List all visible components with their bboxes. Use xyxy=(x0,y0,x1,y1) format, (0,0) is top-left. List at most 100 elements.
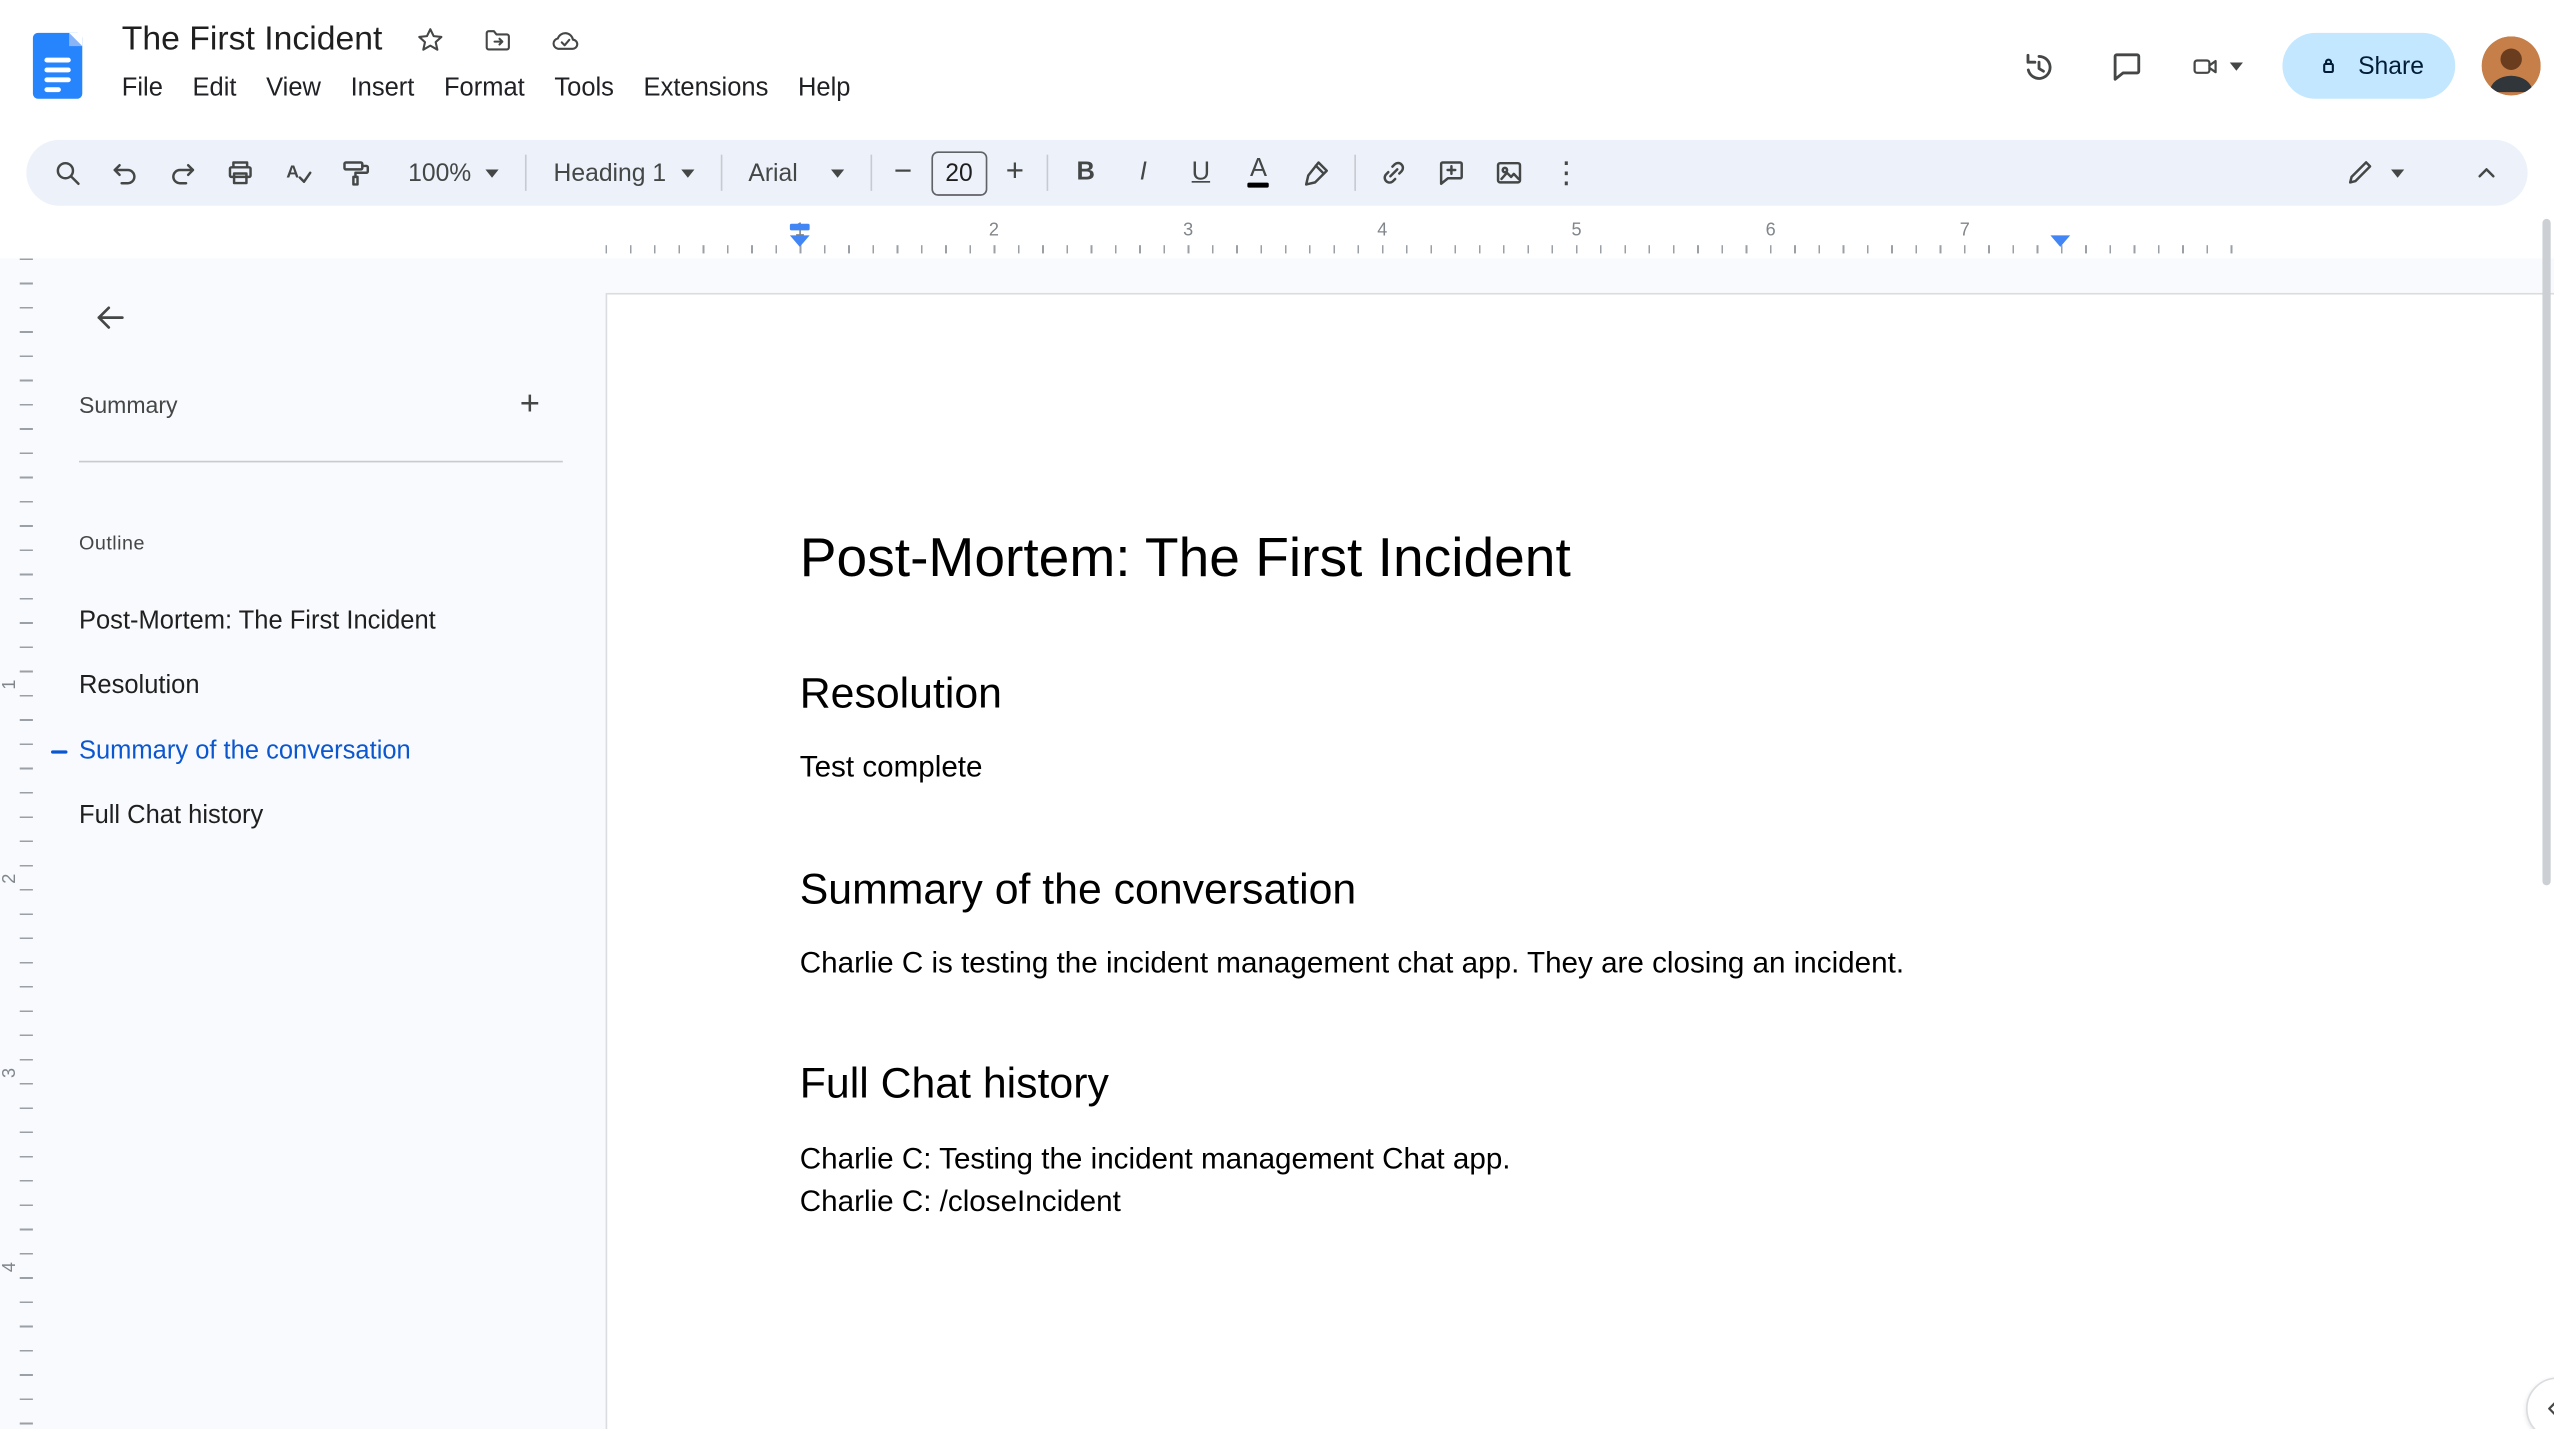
document-title[interactable]: The First Incident xyxy=(122,20,383,59)
close-outline-icon[interactable] xyxy=(79,286,142,349)
ruler-mark: 7 xyxy=(1959,220,1970,241)
font-select[interactable]: Arial xyxy=(732,145,860,201)
cloud-status-icon[interactable] xyxy=(545,20,584,59)
horizontal-ruler[interactable]: 1 2 3 4 5 6 7 xyxy=(0,216,2554,259)
redo-icon[interactable] xyxy=(155,145,211,201)
insert-link-icon[interactable] xyxy=(1365,145,1421,201)
share-button[interactable]: Share xyxy=(2282,32,2456,99)
outline-item[interactable]: Full Chat history xyxy=(79,784,576,849)
scrollbar[interactable] xyxy=(2542,218,2551,886)
paragraph-style-select[interactable]: Heading 1 xyxy=(537,145,710,201)
comments-icon[interactable] xyxy=(2092,33,2164,99)
increase-font-size-button[interactable]: + xyxy=(994,145,1037,201)
outline-list: Post-Mortem: The First Incident Resoluti… xyxy=(51,589,576,849)
logo-fold xyxy=(69,32,83,47)
ruler-mark: 2 xyxy=(988,220,999,241)
pencil-icon xyxy=(2348,161,2372,184)
outline-item-label: Full Chat history xyxy=(78,801,264,830)
doc-heading-resolution[interactable]: Resolution xyxy=(800,668,2061,719)
doc-heading-summary[interactable]: Summary of the conversation xyxy=(800,864,2061,915)
share-label: Share xyxy=(2358,51,2424,80)
more-options-icon[interactable]: ⋮ xyxy=(1538,145,1594,201)
left-indent-marker[interactable] xyxy=(789,235,810,247)
divider xyxy=(1046,154,1048,191)
menu-extensions[interactable]: Extensions xyxy=(629,66,783,112)
avatar[interactable] xyxy=(2481,36,2541,96)
menu-edit[interactable]: Edit xyxy=(178,66,252,112)
chevron-down-icon xyxy=(830,168,844,177)
chevron-down-icon xyxy=(2391,168,2405,177)
doc-paragraph[interactable]: Charlie C: Testing the incident manageme… xyxy=(800,1140,2061,1178)
bold-button[interactable]: B xyxy=(1058,145,1114,201)
menu-insert[interactable]: Insert xyxy=(336,66,429,112)
current-position-dash xyxy=(51,749,68,754)
ruler-ticks xyxy=(605,245,2255,254)
menu-tools[interactable]: Tools xyxy=(540,66,629,112)
double-chevron-left-icon xyxy=(2548,1402,2554,1415)
highlight-color-icon[interactable] xyxy=(1288,145,1344,201)
outline-item-active[interactable]: Summary of the conversation xyxy=(51,719,576,784)
vertical-ruler[interactable]: 1 2 3 4 xyxy=(0,258,39,1429)
doc-paragraph[interactable]: Charlie C: /closeIncident xyxy=(800,1183,2061,1221)
text-color-swatch xyxy=(1247,182,1270,189)
undo-icon[interactable] xyxy=(97,145,153,201)
ruler-mark: 4 xyxy=(0,1262,20,1273)
right-indent-marker[interactable] xyxy=(2050,235,2071,247)
ruler-mark: 2 xyxy=(0,873,20,884)
menu-format[interactable]: Format xyxy=(429,66,539,112)
zoom-value: 100% xyxy=(408,158,472,187)
outline-item[interactable]: Post-Mortem: The First Incident xyxy=(79,589,576,654)
outline-item-label: Summary of the conversation xyxy=(78,736,411,765)
doc-paragraph[interactable]: Charlie C is testing the incident manage… xyxy=(800,944,2061,982)
toolbar: A 100% Heading 1 Arial − 20 + B I U A ⋮ xyxy=(26,139,2528,206)
first-line-indent-marker[interactable] xyxy=(789,223,810,231)
outline-item[interactable]: Resolution xyxy=(79,654,576,719)
menu-view[interactable]: View xyxy=(251,66,335,112)
doc-heading-chat-history[interactable]: Full Chat history xyxy=(800,1059,2061,1110)
paint-format-icon[interactable] xyxy=(327,145,383,201)
chevron-down-icon xyxy=(2229,61,2243,70)
logo-line xyxy=(44,77,71,83)
spelling-check-icon[interactable]: A xyxy=(270,145,326,201)
ruler-mark: 1 xyxy=(0,679,20,690)
chevron-down-icon xyxy=(680,168,695,177)
doc-title-heading[interactable]: Post-Mortem: The First Incident xyxy=(800,527,2061,593)
print-icon[interactable] xyxy=(212,145,268,201)
outline-item-label: Post-Mortem: The First Incident xyxy=(78,606,436,635)
workspace: 1 2 3 4 Summary + Outline Post-Mortem: T… xyxy=(0,258,2554,1429)
style-value: Heading 1 xyxy=(553,158,667,187)
insert-image-icon[interactable] xyxy=(1481,145,1537,201)
collapse-toolbar-icon[interactable] xyxy=(2459,145,2515,201)
menu-bar: File Edit View Insert Format Tools Exten… xyxy=(107,66,865,112)
menu-help[interactable]: Help xyxy=(783,66,865,112)
ruler-ticks xyxy=(19,258,33,1429)
move-folder-icon[interactable] xyxy=(478,20,517,59)
font-size-input[interactable]: 20 xyxy=(931,150,987,196)
document-page[interactable]: Post-Mortem: The First Incident Resoluti… xyxy=(605,292,2554,1429)
italic-button[interactable]: I xyxy=(1115,145,1171,201)
editing-mode-button[interactable] xyxy=(2327,145,2421,201)
add-comment-icon[interactable] xyxy=(1423,145,1479,201)
ruler-mark: 4 xyxy=(1377,220,1388,241)
sidebar-divider xyxy=(78,460,563,463)
menu-file[interactable]: File xyxy=(107,66,178,112)
underline-button[interactable]: U xyxy=(1173,145,1229,201)
doc-paragraph[interactable]: Test complete xyxy=(800,749,2061,787)
add-summary-icon[interactable]: + xyxy=(502,377,558,433)
decrease-font-size-button[interactable]: − xyxy=(882,145,925,201)
ruler-mark: 6 xyxy=(1765,220,1776,241)
docs-logo-icon[interactable] xyxy=(32,32,83,99)
version-history-icon[interactable] xyxy=(2003,33,2075,99)
ruler-mark: 3 xyxy=(0,1067,20,1078)
search-menus-icon[interactable] xyxy=(39,145,95,201)
divider xyxy=(720,154,723,191)
document-body: Post-Mortem: The First Incident Resoluti… xyxy=(800,527,2061,1222)
text-color-button[interactable]: A xyxy=(1231,145,1287,201)
chevron-down-icon xyxy=(486,168,500,177)
star-icon[interactable] xyxy=(410,20,449,59)
header-main: The First Incident File Edit View Insert… xyxy=(122,15,865,112)
google-docs-app: The First Incident File Edit View Insert… xyxy=(0,0,2554,1429)
zoom-select[interactable]: 100% xyxy=(392,145,516,201)
join-call-icon[interactable] xyxy=(2180,33,2252,99)
divider xyxy=(525,154,528,191)
